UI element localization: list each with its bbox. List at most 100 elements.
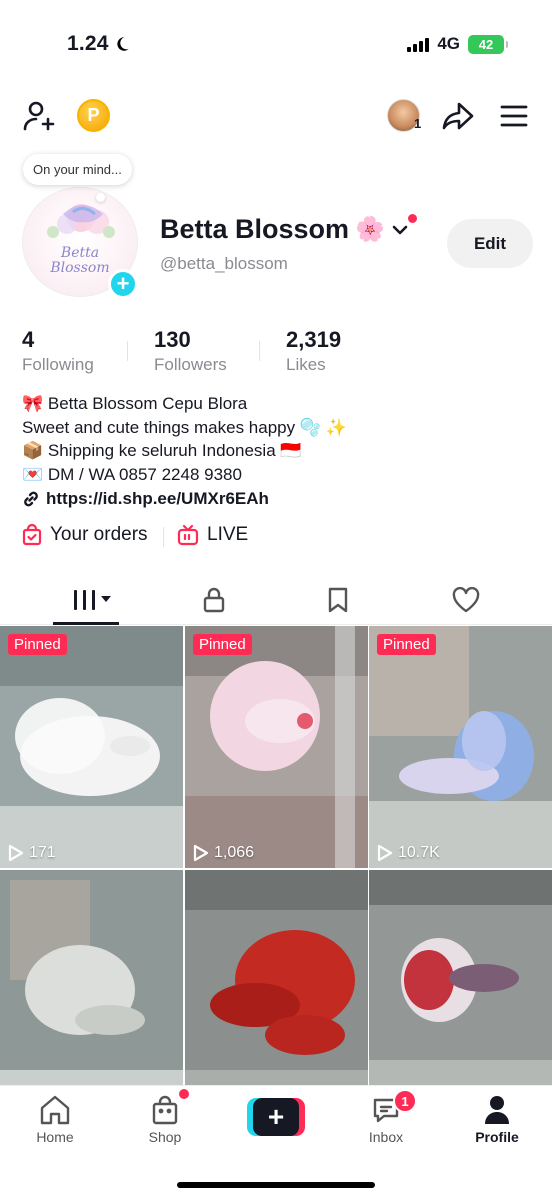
shortcut-divider xyxy=(163,527,164,547)
bio-line: Sweet and cute things makes happy 🫧 ✨ xyxy=(22,417,347,437)
stat-following[interactable]: 4 Following xyxy=(22,327,94,375)
nav-inbox-label: Inbox xyxy=(368,1129,404,1145)
video-thumbnail[interactable]: Pinned 1,066 xyxy=(185,626,368,868)
home-icon xyxy=(40,1095,70,1125)
nav-shop-label: Shop xyxy=(148,1129,182,1145)
profile-name[interactable]: Betta Blossom 🌸 xyxy=(160,214,409,245)
video-thumbnail[interactable]: Pinned 171 xyxy=(0,626,183,868)
stat-divider xyxy=(259,341,260,361)
view-count-text: 10.7K xyxy=(398,844,440,861)
edit-profile-button[interactable]: Edit xyxy=(447,219,533,268)
video-thumbnail[interactable] xyxy=(0,870,183,1112)
battery-icon: 42 xyxy=(468,34,508,54)
pinned-badge: Pinned xyxy=(8,634,67,655)
bookmark-icon xyxy=(328,587,348,613)
betta-fish-thumbnail xyxy=(185,626,368,868)
play-icon xyxy=(8,844,24,862)
video-thumbnail[interactable]: Pinned 10.7K xyxy=(369,626,552,868)
status-indicators: 4G 42 xyxy=(407,34,508,54)
plus-icon: + xyxy=(116,271,130,296)
inbox-badge: 1 xyxy=(393,1089,417,1113)
stat-followers-value: 130 xyxy=(154,327,191,352)
shopping-bag-icon xyxy=(22,524,42,546)
add-person-icon xyxy=(23,101,55,131)
create-post-button[interactable]: + xyxy=(247,1098,305,1136)
signal-icon xyxy=(407,36,430,52)
view-count-text: 1,066 xyxy=(214,844,255,861)
stat-divider xyxy=(127,341,128,361)
betta-fish-thumbnail xyxy=(0,870,183,1112)
share-icon xyxy=(442,102,474,130)
heart-icon xyxy=(452,587,480,613)
home-indicator xyxy=(177,1182,375,1188)
pinned-badge: Pinned xyxy=(193,634,252,655)
betta-fish-thumbnail xyxy=(0,626,183,868)
link-icon xyxy=(24,491,38,507)
tab-liked[interactable] xyxy=(420,575,512,625)
bio-line: 💌 DM / WA 0857 2248 9380 xyxy=(22,464,242,484)
play-icon xyxy=(193,844,209,862)
profile-name-text: Betta Blossom xyxy=(160,214,350,244)
menu-button[interactable] xyxy=(496,98,532,134)
friend-count: 1 xyxy=(414,116,422,131)
bio-line: 📦 Shipping ke seluruh Indonesia 🇮🇩 xyxy=(22,441,302,460)
profile-handle: @betta_blossom xyxy=(160,254,288,273)
stat-followers[interactable]: 130 Followers xyxy=(154,327,227,375)
live-button[interactable]: LIVE xyxy=(177,524,248,546)
coin-icon: P xyxy=(87,105,100,125)
profile-name-emoji: 🌸 xyxy=(355,216,385,243)
stat-followers-label: Followers xyxy=(154,355,227,374)
nav-profile[interactable]: Profile xyxy=(452,1095,542,1145)
profile-bio: 🎀 Betta Blossom Cepu Blora Sweet and cut… xyxy=(22,392,347,486)
profile-link-text: https://id.shp.ee/UMXr6EAh xyxy=(46,489,269,508)
video-thumbnail[interactable] xyxy=(185,870,368,1112)
stat-following-value: 4 xyxy=(22,327,35,352)
nav-shop[interactable]: Shop xyxy=(120,1095,210,1145)
pinned-badge: Pinned xyxy=(377,634,436,655)
hamburger-icon xyxy=(500,105,528,127)
betta-fish-thumbnail xyxy=(369,626,552,868)
tab-saved[interactable] xyxy=(292,575,384,625)
view-count: 10.7K xyxy=(377,844,440,862)
tab-videos[interactable] xyxy=(46,575,138,625)
add-friend-button[interactable] xyxy=(20,98,56,134)
nav-home[interactable]: Home xyxy=(10,1095,100,1145)
your-orders-button[interactable]: Your orders xyxy=(22,524,148,546)
profile-link[interactable]: https://id.shp.ee/UMXr6EAh xyxy=(22,489,269,509)
status-time: 1.24 xyxy=(67,32,131,56)
videos-grid-icon xyxy=(74,590,111,610)
battery-level: 42 xyxy=(478,36,494,52)
status-time-text: 1.24 xyxy=(67,32,109,55)
coin-button[interactable]: P xyxy=(77,99,110,132)
plus-icon: + xyxy=(253,1098,299,1136)
add-story-button[interactable]: + xyxy=(108,269,138,299)
tab-private[interactable] xyxy=(168,575,260,625)
shop-notification-dot xyxy=(179,1089,189,1099)
lock-icon xyxy=(203,587,225,613)
stat-likes[interactable]: 2,319 Likes xyxy=(286,327,341,375)
chevron-down-icon xyxy=(392,225,408,234)
view-count-text: 171 xyxy=(29,844,56,861)
avatar-brand-line1: Betta xyxy=(60,245,100,261)
view-count: 1,066 xyxy=(193,844,254,862)
shop-bag-icon xyxy=(152,1095,178,1125)
status-bubble-text: On your mind... xyxy=(33,162,122,177)
active-tab-indicator xyxy=(53,622,119,625)
play-icon xyxy=(377,844,393,862)
video-thumbnail[interactable] xyxy=(369,870,552,1112)
live-tv-icon xyxy=(177,524,199,546)
nav-profile-label: Profile xyxy=(475,1129,519,1145)
nav-home-label: Home xyxy=(36,1129,74,1145)
bubble-tail xyxy=(96,193,105,202)
share-button[interactable] xyxy=(440,98,476,134)
view-count: 171 xyxy=(8,844,56,862)
network-type: 4G xyxy=(437,34,460,53)
status-bubble[interactable]: On your mind... xyxy=(23,154,132,185)
your-orders-label: Your orders xyxy=(50,524,148,545)
nav-inbox[interactable]: Inbox xyxy=(341,1095,431,1145)
notification-dot xyxy=(408,214,417,223)
bio-line: 🎀 Betta Blossom Cepu Blora xyxy=(22,394,248,413)
stat-likes-value: 2,319 xyxy=(286,327,342,352)
stat-likes-label: Likes xyxy=(286,355,326,374)
moon-icon xyxy=(117,37,129,51)
